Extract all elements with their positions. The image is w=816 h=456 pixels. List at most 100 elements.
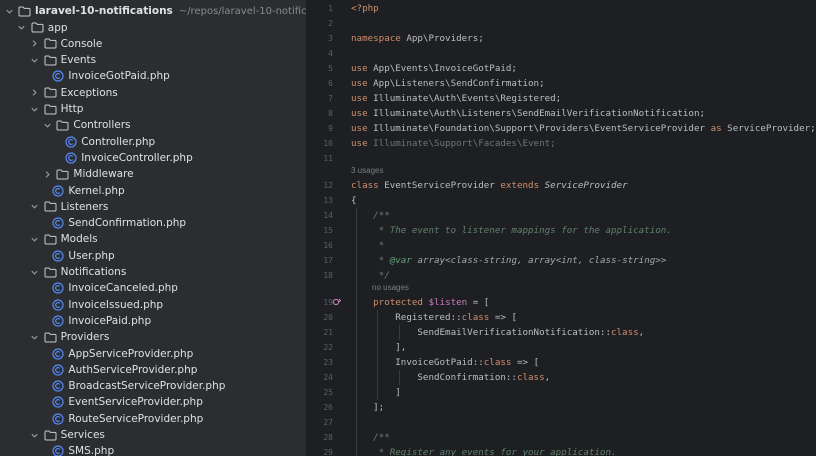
code-line[interactable]: * Register any events for your applicati… [351, 445, 617, 456]
tree-folder-events[interactable]: Events [0, 52, 306, 68]
code-line[interactable]: class EventServiceProvider extends Servi… [351, 178, 628, 193]
php-class-file-icon [52, 315, 64, 327]
tree-file[interactable]: InvoiceController.php [0, 150, 306, 166]
chevron-down-icon[interactable] [30, 54, 40, 66]
chevron-down-icon[interactable] [30, 201, 40, 213]
tree-item-label: Controller.php [81, 135, 156, 148]
code-token: class [483, 357, 512, 368]
code-editor[interactable]: 1 2 3 4 5 6 7 8 9 10 11 12 13 14 15 16 17 18 19 20 21 22 23 24 2… [306, 0, 816, 456]
line-number: 12 [323, 181, 333, 190]
code-line[interactable]: Registered::class => [ [351, 310, 517, 325]
code-line[interactable]: use App\Events\InvoiceGotPaid; [351, 61, 517, 76]
tree-item-label: InvoiceGotPaid.php [68, 70, 170, 83]
tree-file[interactable]: AppServiceProvider.php [0, 346, 306, 362]
code-token: InvoiceGotPaid:: [351, 357, 484, 368]
tree-file[interactable]: AuthServiceProvider.php [0, 362, 306, 378]
tree-file[interactable]: Controller.php [0, 134, 306, 150]
code-line[interactable]: protected $listen = [ [351, 295, 489, 310]
tree-folder-exceptions[interactable]: Exceptions [0, 85, 306, 101]
php-class-file-icon [65, 135, 77, 148]
code-token: namespace [351, 33, 407, 44]
tree-file[interactable]: SMS.php [0, 443, 306, 456]
line-number: 21 [323, 328, 333, 337]
code-line[interactable]: SendEmailVerificationNotification::class… [351, 325, 644, 340]
tree-file[interactable]: SendConfirmation.php [0, 215, 306, 231]
tree-item-label: Services [60, 429, 105, 441]
chevron-right-icon[interactable] [30, 87, 40, 99]
tree-folder-http[interactable]: Http [0, 101, 306, 117]
tree-folder-listeners[interactable]: Listeners [0, 199, 306, 215]
line-number: 9 [328, 124, 333, 133]
tree-folder-services[interactable]: Services [0, 427, 306, 443]
code-line[interactable]: ], [351, 340, 406, 355]
folder-icon [44, 201, 57, 212]
tree-item-label: Models [60, 233, 98, 246]
code-line[interactable]: namespace App\Providers; [351, 31, 484, 46]
code-line[interactable]: <?php [351, 1, 379, 16]
chevron-down-icon[interactable] [17, 22, 27, 34]
usages-hint[interactable]: 3 usages [351, 165, 383, 177]
project-root[interactable]: laravel-10-notifications ~/repos/laravel… [0, 3, 306, 19]
tree-file[interactable]: InvoiceCanceled.php [0, 280, 306, 296]
tree-folder-middleware[interactable]: Middleware [0, 166, 306, 182]
tree-file[interactable]: BroadcastServiceProvider.php [0, 378, 306, 394]
override-marker-icon[interactable] [332, 297, 342, 307]
code-line[interactable]: * The event to listener mappings for the… [351, 223, 672, 238]
no-usages-hint[interactable]: no usages [372, 282, 409, 294]
code-token: App\Listeners\SendConfirmation; [373, 78, 545, 89]
tree-file[interactable]: InvoiceGotPaid.php [0, 68, 306, 84]
code-line[interactable]: SendConfirmation::class, [351, 370, 550, 385]
code-line[interactable]: * @var array<class-string, array<int, cl… [351, 253, 667, 268]
tree-item-label: app [47, 21, 68, 34]
chevron-down-icon[interactable] [30, 103, 40, 115]
code-line[interactable]: /** [351, 208, 390, 223]
code-line[interactable]: use App\Listeners\SendConfirmation; [351, 76, 545, 91]
code-line[interactable]: use Illuminate\Support\Facades\Event; [351, 136, 556, 151]
tree-folder-app[interactable]: app [0, 20, 306, 36]
code-line[interactable]: { [351, 193, 357, 208]
code-line[interactable]: use Illuminate\Auth\Events\Registered; [351, 91, 561, 106]
chevron-down-icon[interactable] [30, 331, 40, 343]
code-line[interactable]: * [351, 238, 385, 253]
tree-folder-controllers[interactable]: Controllers [0, 117, 306, 133]
chevron-down-icon[interactable] [30, 233, 40, 245]
folder-icon [44, 234, 57, 245]
chevron-down-icon[interactable] [42, 119, 52, 131]
code-line[interactable]: InvoiceGotPaid::class => [ [351, 355, 539, 370]
code-line[interactable]: */ [351, 268, 390, 283]
tree-folder-console[interactable]: Console [0, 36, 306, 52]
chevron-right-icon[interactable] [30, 38, 40, 50]
tree-item-label: Listeners [60, 200, 109, 213]
code-line[interactable]: use Illuminate\Foundation\Support\Provid… [351, 121, 816, 136]
code-token: use [351, 108, 374, 119]
tree-file[interactable]: User.php [0, 248, 306, 264]
line-number: 19 [323, 298, 333, 307]
code-token: $listen [428, 297, 468, 308]
code-token: Illuminate\Support\Facades\Event; [373, 138, 556, 149]
line-number: 3 [328, 34, 333, 43]
tree-file[interactable]: Kernel.php [0, 183, 306, 199]
code-token: * [351, 255, 390, 266]
tree-file[interactable]: InvoicePaid.php [0, 313, 306, 329]
tree-file[interactable]: RouteServiceProvider.php [0, 411, 306, 427]
code-token: EventServiceProvider [384, 180, 501, 191]
chevron-down-icon[interactable] [30, 266, 40, 278]
chevron-down-icon[interactable] [4, 5, 14, 17]
project-root-label: laravel-10-notifications [35, 5, 173, 17]
tree-item-label: Console [60, 37, 103, 50]
tree-folder-providers[interactable]: Providers [0, 329, 306, 345]
code-line[interactable]: /** [351, 430, 390, 445]
code-line[interactable]: use Illuminate\Auth\Listeners\SendEmailV… [351, 106, 705, 121]
tree-folder-models[interactable]: Models [0, 231, 306, 247]
code-token: => [ [489, 312, 517, 323]
line-number: 7 [328, 94, 333, 103]
tree-file[interactable]: InvoiceIssued.php [0, 297, 306, 313]
code-line[interactable]: ]; [351, 400, 384, 415]
tree-folder-notifications[interactable]: Notifications [0, 264, 306, 280]
tree-file[interactable]: EventServiceProvider.php [0, 394, 306, 410]
code-line[interactable]: ] [351, 385, 401, 400]
chevron-right-icon[interactable] [42, 168, 52, 180]
line-number: 25 [323, 388, 333, 397]
chevron-down-icon[interactable] [30, 429, 40, 441]
php-class-file-icon [52, 298, 64, 311]
